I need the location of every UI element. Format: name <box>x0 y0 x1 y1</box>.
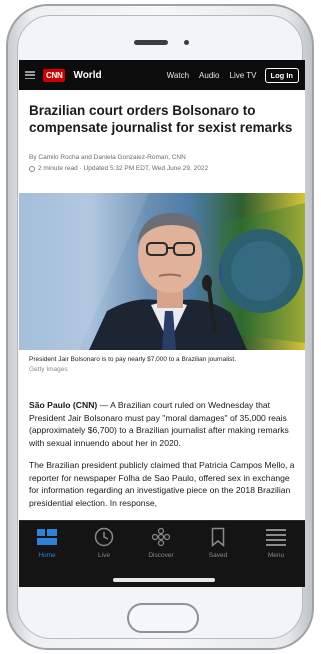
article-content: Brazilian court orders Bolsonaro to comp… <box>19 90 305 520</box>
article-paragraph-1: São Paulo (CNN) — A Brazilian court rule… <box>29 399 299 449</box>
tab-label-home: Home <box>38 552 56 559</box>
article-paragraph-2: The Brazilian president publicly claimed… <box>29 460 295 508</box>
dateline: São Paulo (CNN) <box>29 400 98 410</box>
bottom-tab-bar: Home Live Discover Saved Menu <box>19 520 305 587</box>
nav-link-watch[interactable]: Watch <box>167 71 189 80</box>
byline: By Camilo Rocha and Daniela Gonzalez-Rom… <box>29 154 186 161</box>
cnn-logo[interactable]: CNN <box>43 68 66 82</box>
image-caption: President Jair Bolsonaro is to pay nearl… <box>29 356 237 363</box>
tab-label-live: Live <box>98 552 110 559</box>
menu-icon <box>266 527 286 547</box>
tab-menu[interactable]: Menu <box>251 527 301 563</box>
home-icon <box>37 527 57 547</box>
nav-link-audio[interactable]: Audio <box>199 71 219 80</box>
home-hardware-button[interactable] <box>127 603 199 633</box>
login-button[interactable]: Log In <box>264 67 299 83</box>
section-title[interactable]: World <box>73 70 156 81</box>
speaker-grille <box>134 40 168 45</box>
home-indicator[interactable] <box>113 578 215 582</box>
tab-label-saved: Saved <box>208 552 228 559</box>
bookmark-icon <box>211 527 225 547</box>
tab-label-discover: Discover <box>148 552 174 559</box>
article-byline-block: By Camilo Rocha and Daniela Gonzalez-Rom… <box>29 152 299 174</box>
updated-timestamp: Updated 5:32 PM EDT, Wed June 29, 2022 <box>83 165 209 172</box>
clock-icon <box>29 165 35 172</box>
tab-live[interactable]: Live <box>79 527 129 563</box>
clock-icon <box>94 527 114 547</box>
tab-label-menu: Menu <box>267 552 285 559</box>
top-navigation-bar: CNN World Watch Audio Live TV Log In <box>19 60 305 90</box>
image-credit: Getty Images <box>29 366 68 373</box>
discover-icon <box>151 527 171 547</box>
article-meta: 2 minute read · Updated 5:32 PM EDT, Wed… <box>29 163 299 174</box>
screen: CNN World Watch Audio Live TV Log In Bra… <box>19 60 305 587</box>
tab-discover[interactable]: Discover <box>136 527 186 563</box>
tab-saved[interactable]: Saved <box>193 527 243 563</box>
nav-link-live-tv[interactable]: Live TV <box>230 71 257 80</box>
tab-home[interactable]: Home <box>22 527 72 563</box>
hamburger-menu-icon[interactable] <box>25 71 35 79</box>
article-headline: Brazilian court orders Bolsonaro to comp… <box>29 103 293 135</box>
hero-image[interactable] <box>19 193 305 350</box>
read-time: 2 minute read <box>38 165 78 172</box>
front-camera <box>184 40 189 45</box>
